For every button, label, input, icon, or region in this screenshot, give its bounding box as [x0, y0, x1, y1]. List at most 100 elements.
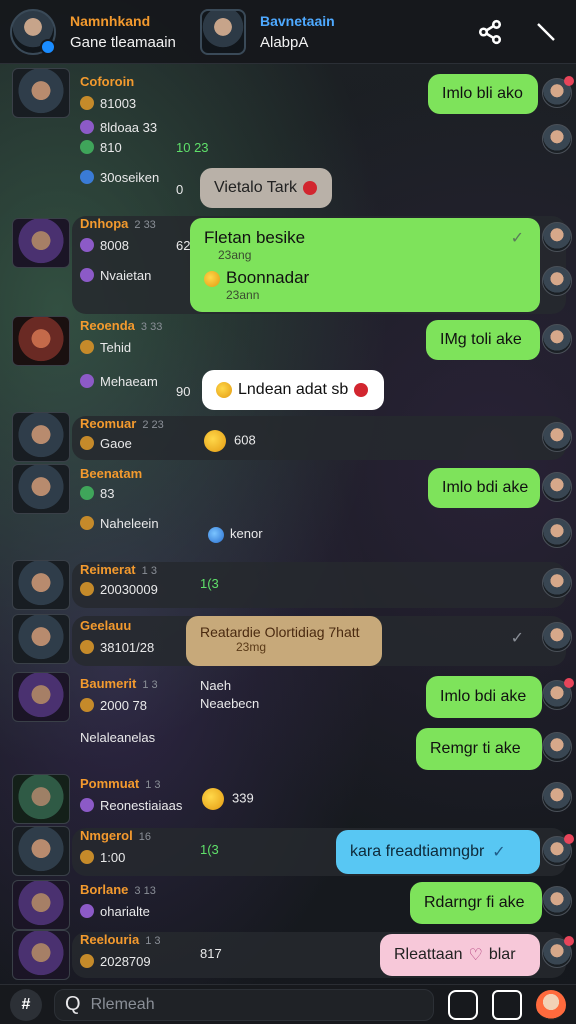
user-meta: 2028709	[80, 954, 151, 969]
rank-icon	[80, 582, 94, 596]
list-item[interactable]: Naheleein kenor	[0, 516, 576, 558]
list-item[interactable]: Baumerit 1 3 2000 78 Naeh Neaebecn Imlo b…	[0, 670, 576, 726]
reader-avatar	[542, 678, 574, 710]
list-item[interactable]: Coforoin 81003 Imlo bli ako	[0, 68, 576, 122]
share-icon[interactable]	[470, 12, 510, 52]
user-avatar[interactable]	[12, 412, 70, 462]
emoji-icon	[208, 526, 224, 543]
inline-stat: Neaebecn	[200, 696, 260, 711]
user-meta: 81003	[80, 96, 136, 111]
user-avatar[interactable]	[12, 218, 70, 268]
list-item[interactable]: Mehaeam 90 Lndean adat sb	[0, 368, 576, 414]
user-avatar[interactable]	[12, 930, 70, 980]
rank-icon	[80, 850, 94, 864]
message-bubble[interactable]: IMg toli ake	[426, 320, 540, 360]
list-item[interactable]: Geelauu 38101/28 Reatardie Olortidiag 7h…	[0, 614, 576, 668]
list-item[interactable]: Beenatam 83 Imlo bdi ake	[0, 464, 576, 514]
list-item[interactable]: Reimerat 1 3 20030009 1(3	[0, 560, 576, 610]
user-avatar[interactable]	[12, 880, 70, 930]
reader-avatar	[542, 886, 572, 916]
message-bubble[interactable]: kara freadtiamngbr ✓	[336, 830, 540, 874]
profile-avatar[interactable]	[536, 989, 566, 1020]
reader-avatar	[542, 472, 572, 502]
message-bubble[interactable]: Rdarngr fi ake	[410, 882, 542, 924]
user-name: Reoenda 3 33	[80, 318, 163, 333]
user-avatar[interactable]	[12, 774, 70, 824]
heart-icon: ♡	[468, 947, 483, 964]
reader-avatar	[542, 568, 572, 598]
user-meta: Mehaeam	[80, 374, 158, 389]
emoji-icon	[202, 788, 224, 810]
user-meta: Nelaleanelas	[80, 730, 156, 745]
user-avatar[interactable]	[12, 614, 70, 664]
contact-avatar[interactable]	[10, 8, 56, 55]
rank-icon	[80, 904, 94, 918]
rank-icon	[80, 698, 94, 712]
check-icon: ✓	[510, 230, 524, 247]
list-item[interactable]: Reoenda 3 33 Tehid IMg toli ake	[0, 316, 576, 366]
message-bubble[interactable]: Imlo bdi ake	[428, 468, 540, 508]
user-name: Reelouria 1 3	[80, 932, 161, 947]
reader-avatar	[542, 222, 572, 252]
edit-icon[interactable]	[526, 12, 566, 52]
list-item[interactable]: Nelaleanelas Remgr ti ake	[0, 726, 576, 772]
user-name: Dnhopa 2 33	[80, 216, 156, 231]
message-bubble[interactable]: Fletan besike 23ang Boonnadar 23ann ✓	[190, 218, 540, 312]
inline-stat: 62	[176, 238, 191, 253]
reader-avatar	[542, 782, 572, 812]
rank-icon	[80, 238, 94, 252]
rank-icon	[80, 516, 94, 530]
contact-info[interactable]: Namnhkand Gane tleamaain	[70, 13, 180, 51]
list-item[interactable]: 8ldoaa 33 810 10 23	[0, 120, 576, 160]
rank-icon	[80, 954, 94, 968]
message-bubble[interactable]: Reatardie Olortidiag 7hatt 23mg	[186, 616, 382, 666]
user-avatar[interactable]	[12, 560, 70, 610]
list-item[interactable]: Reelouria 1 3 2028709 817 Rleattaan ♡ blar	[0, 930, 576, 980]
second-contact-status: AlabpA	[260, 33, 309, 51]
message-bubble[interactable]: Lndean adat sb	[202, 370, 384, 410]
message-bubble[interactable]: Imlo bli ako	[428, 74, 538, 114]
list-item[interactable]: Reomuar 2 23 Gaoe 608	[0, 412, 576, 462]
message-input-wrap[interactable]: Q	[54, 988, 434, 1021]
inline-stat: 608	[204, 430, 256, 452]
rank-icon	[80, 140, 94, 154]
sticker-icon[interactable]	[448, 989, 478, 1020]
user-avatar[interactable]	[12, 316, 70, 366]
reader-avatar	[542, 936, 574, 968]
message-bubble[interactable]: Vietalo Tark	[200, 168, 332, 208]
reader-avatar	[542, 422, 572, 452]
second-contact-avatar[interactable]	[200, 8, 246, 55]
inline-stat: Naeh	[200, 678, 232, 693]
list-item[interactable]: Borlane 3 13 oharialte Rdarngr fi ake	[0, 880, 576, 930]
user-name: Pommuat 1 3	[80, 776, 161, 791]
user-meta: 20030009	[80, 582, 158, 597]
reader-avatar	[542, 266, 572, 296]
camera-icon[interactable]	[492, 989, 522, 1020]
list-item[interactable]: Nmgerol 16 1:00 1(3 kara freadtiamngbr ✓	[0, 826, 576, 878]
user-avatar[interactable]	[12, 464, 70, 514]
user-meta: 38101/28	[80, 640, 154, 655]
hashtag-icon[interactable]: #	[10, 988, 42, 1021]
reader-avatar	[542, 76, 574, 108]
inline-stat: 1(3	[200, 576, 219, 591]
user-name: Geelauu	[80, 618, 132, 633]
user-meta: Nvaietan	[80, 268, 151, 283]
second-contact-info[interactable]: Bavnetaain AlabpA	[260, 13, 370, 51]
search-icon: Q	[65, 993, 81, 1015]
rank-icon	[80, 96, 94, 110]
user-meta: 2000 78	[80, 698, 147, 713]
user-name: Reomuar 2 23	[80, 416, 164, 431]
user-avatar[interactable]	[12, 68, 70, 118]
list-item[interactable]: 30oseiken 0 Vietalo Tark	[0, 164, 576, 212]
user-meta: Gaoe	[80, 436, 132, 451]
user-avatar[interactable]	[12, 672, 70, 722]
message-input[interactable]	[90, 995, 371, 1014]
message-bubble[interactable]: Remgr ti ake	[416, 728, 542, 770]
list-item[interactable]: Dnhopa 2 33 8008 62 Nvaietan Fletan besik…	[0, 214, 576, 316]
list-item[interactable]: Pommuat 1 3 Reonestiaiaas 339	[0, 774, 576, 824]
message-bubble[interactable]: Imlo bdi ake	[426, 676, 542, 718]
message-bubble[interactable]: Rleattaan ♡ blar	[380, 934, 540, 976]
message-list[interactable]: Coforoin 81003 Imlo bli ako 8ldoaa 33 81…	[0, 64, 576, 980]
user-avatar[interactable]	[12, 826, 70, 876]
inline-stat: 0	[176, 182, 184, 197]
